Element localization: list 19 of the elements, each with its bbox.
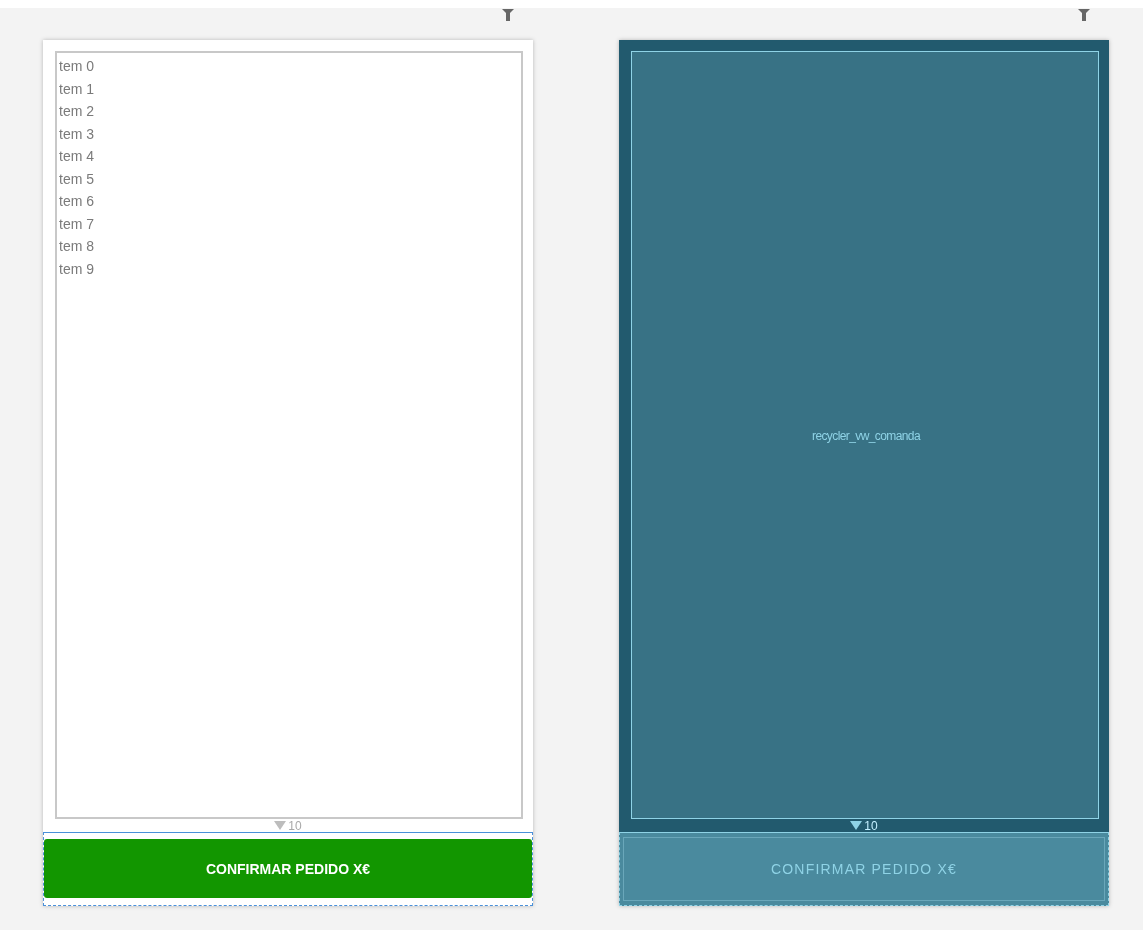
- view-id-label: recycler_vw_comanda: [812, 428, 920, 443]
- list-item: tem 9: [59, 259, 95, 279]
- confirm-order-button[interactable]: CONFIRMAR PEDIDO X€: [44, 839, 532, 898]
- list-item: tem 4: [59, 147, 95, 166]
- list-item: tem 3: [59, 124, 95, 144]
- list-item: tem 1: [59, 79, 95, 99]
- list-item: tem 7: [59, 214, 95, 234]
- filter-icon: [1077, 8, 1091, 22]
- list-item: tem 2: [59, 102, 95, 121]
- margin-label: 10: [288, 819, 302, 832]
- list-item: tem 6: [59, 192, 95, 211]
- confirm-order-button[interactable]: CONFIRMAR PEDIDO X€: [623, 837, 1105, 901]
- list-item: tem 5: [59, 169, 95, 189]
- list-item: tem 8: [59, 237, 95, 256]
- triangle-icon: [274, 821, 287, 830]
- margin-label: 10: [864, 819, 878, 832]
- triangle-icon: [850, 821, 863, 830]
- filter-icon: [501, 8, 515, 22]
- list-item: tem 0: [59, 57, 95, 76]
